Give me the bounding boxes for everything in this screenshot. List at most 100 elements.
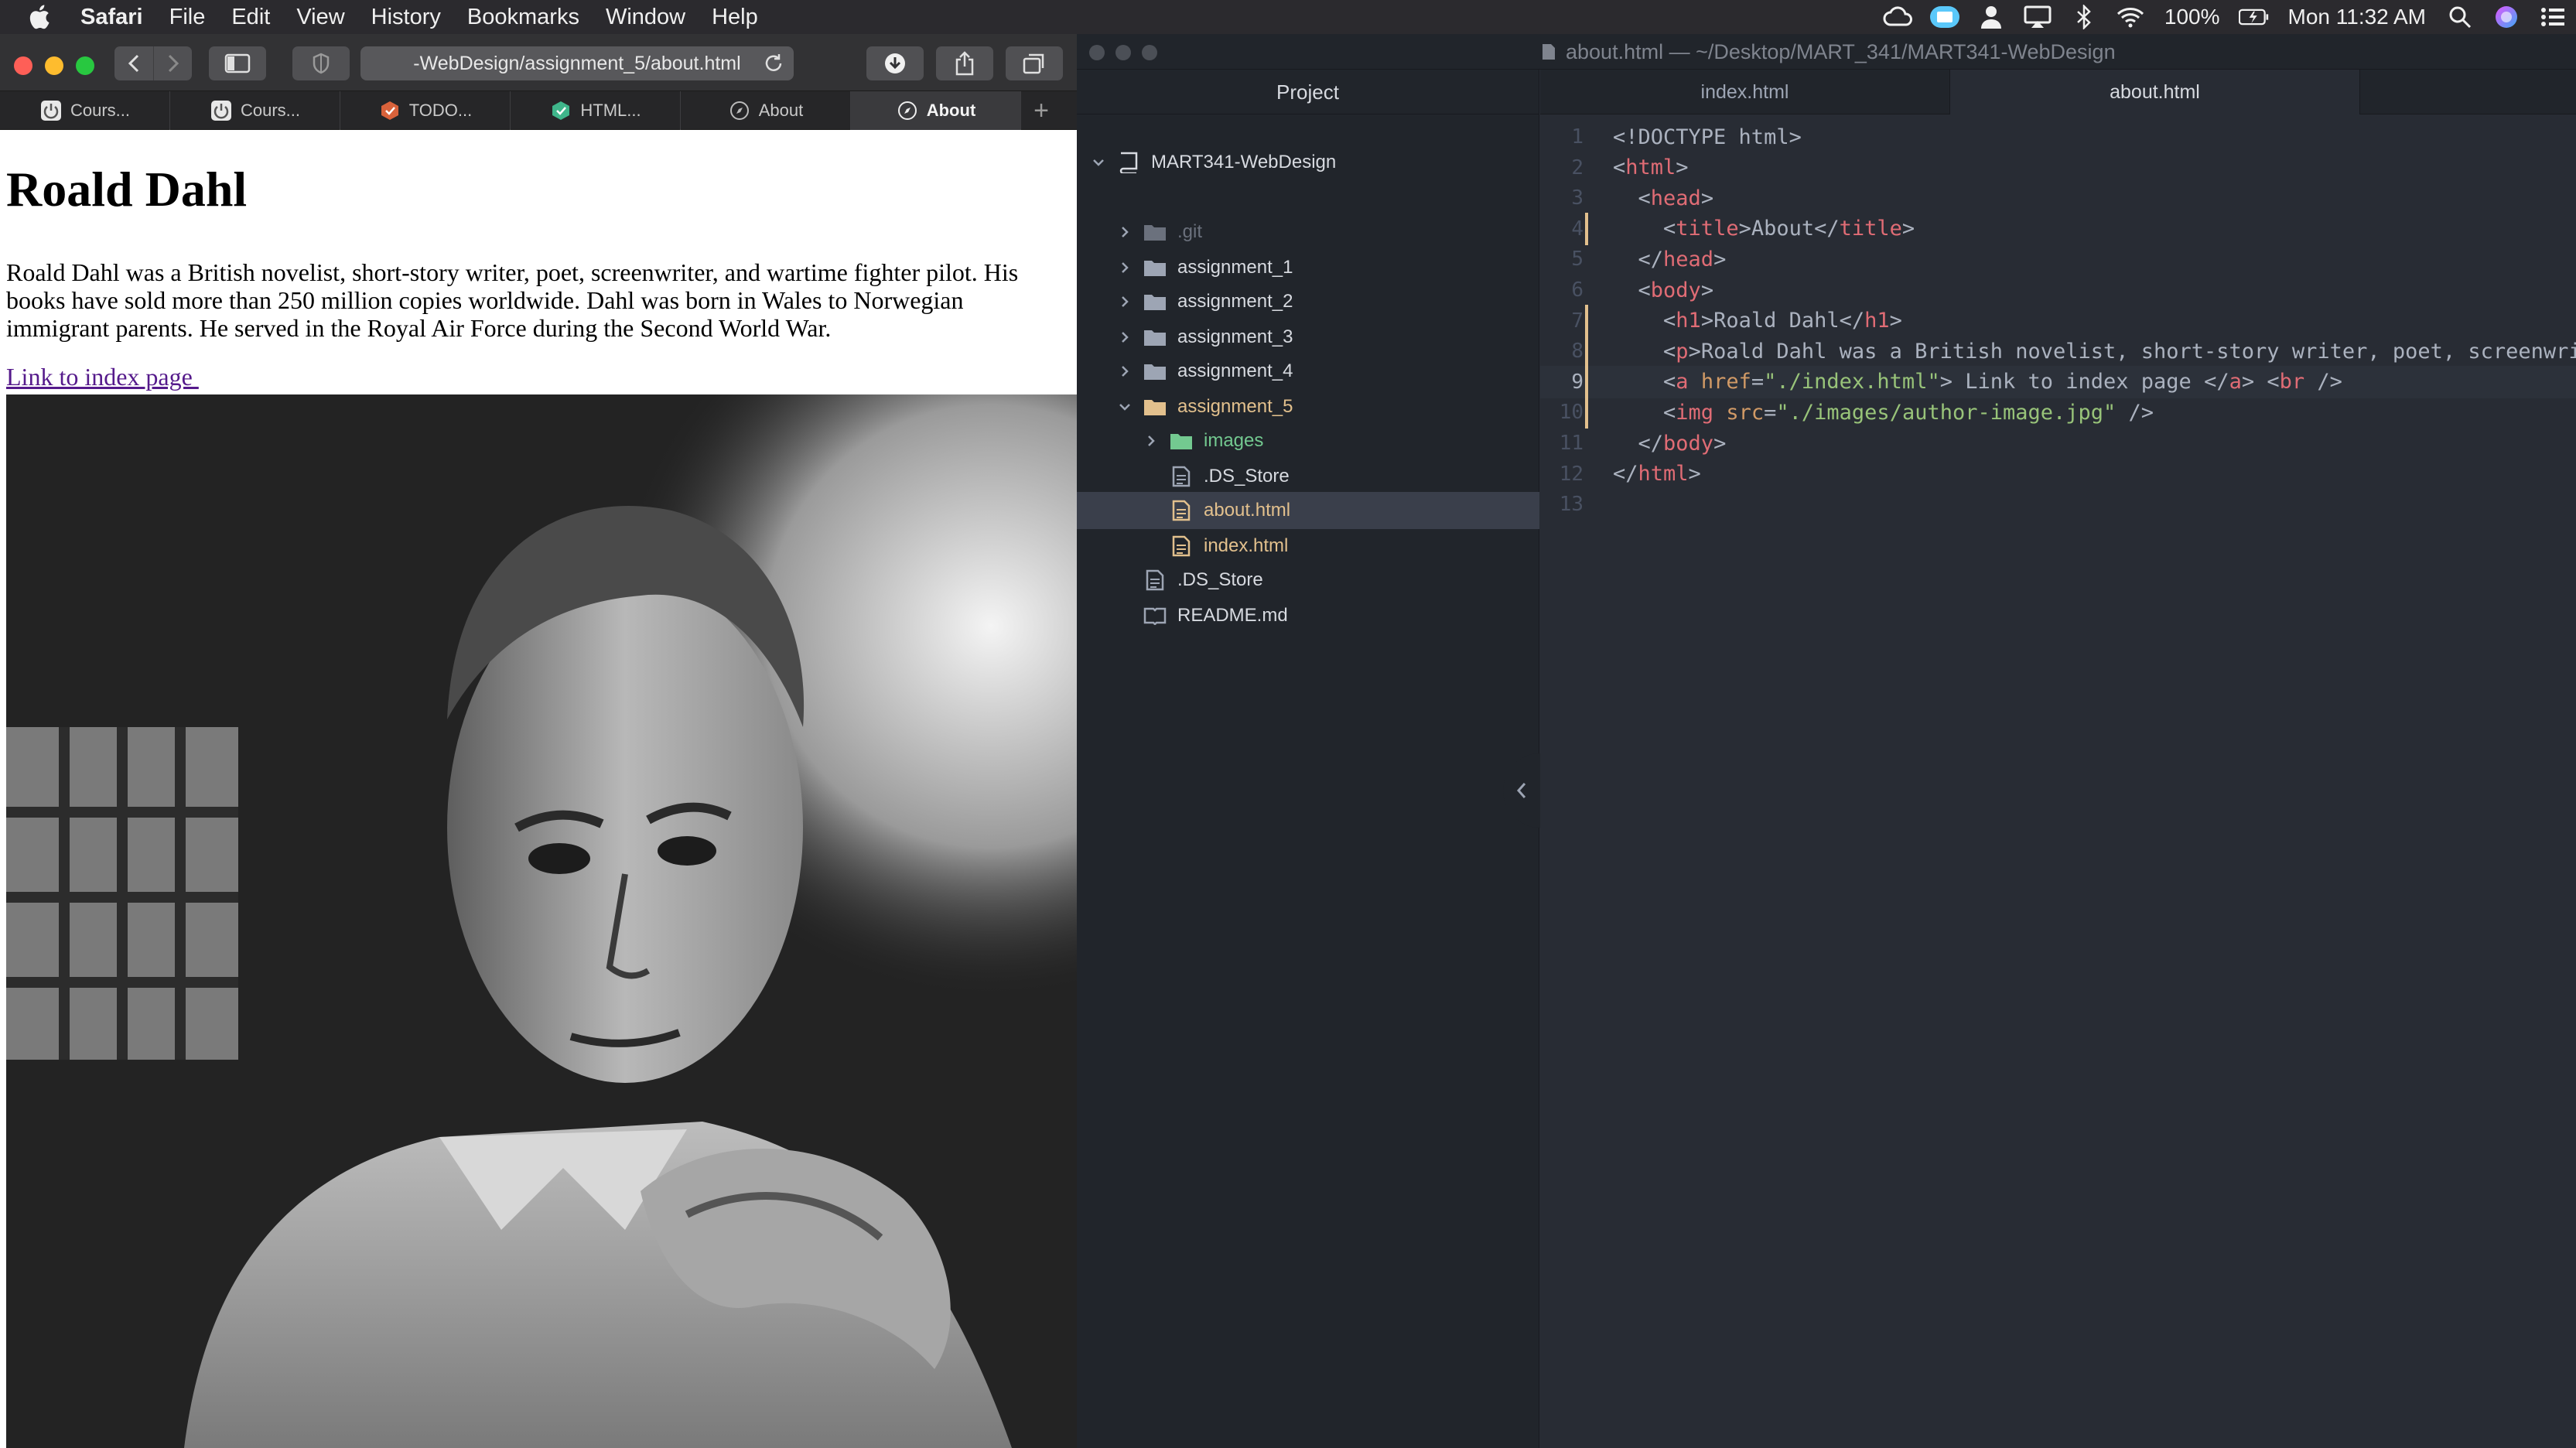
- address-bar[interactable]: -WebDesign/assignment_5/about.html: [360, 46, 794, 80]
- tree-item[interactable]: index.html: [1077, 528, 1539, 565]
- code-token: img: [1676, 400, 1714, 425]
- tree-view-header: Project: [1077, 70, 1539, 114]
- atom-zoom-button[interactable]: [1142, 45, 1157, 60]
- code-line[interactable]: 2 <html>: [1540, 152, 2576, 184]
- index-page-link[interactable]: Link to index page: [6, 363, 199, 391]
- chevron-right-icon[interactable]: [1142, 432, 1160, 450]
- wifi-icon[interactable]: [2115, 0, 2146, 34]
- chevron-right-icon[interactable]: [1115, 258, 1134, 277]
- code-source: <title>About</title>: [1613, 217, 1915, 241]
- code-source: <body>: [1613, 278, 1714, 302]
- editor-tab-about[interactable]: about.html: [1950, 70, 2360, 114]
- code-token: >: [1901, 217, 1915, 241]
- downloads-icon[interactable]: [866, 46, 924, 80]
- safari-tab-courses-2[interactable]: Cours...: [170, 91, 340, 130]
- code-token: =: [1764, 400, 1777, 425]
- code-line[interactable]: 3 <head>: [1540, 182, 2576, 214]
- tree-item[interactable]: assignment_1: [1077, 249, 1539, 286]
- git-modified-marker: [1585, 365, 1588, 398]
- menu-window[interactable]: Window: [593, 0, 699, 34]
- code-line[interactable]: 10 <img src="./images/author-image.jpg" …: [1540, 396, 2576, 429]
- chevron-down-icon[interactable]: [1115, 398, 1134, 416]
- safari-tab-html[interactable]: HTML...: [511, 91, 681, 130]
- tree-item[interactable]: .DS_Store: [1077, 562, 1539, 599]
- privacy-shield-icon[interactable]: [292, 46, 350, 80]
- person-icon[interactable]: [1976, 0, 2007, 34]
- atom-close-button[interactable]: [1089, 45, 1105, 60]
- line-number: 12: [1559, 462, 1584, 486]
- menu-bookmarks[interactable]: Bookmarks: [454, 0, 593, 34]
- tree-item-label: images: [1204, 430, 1264, 451]
- safari-tab-courses-1[interactable]: Cours...: [0, 91, 170, 130]
- share-icon[interactable]: [936, 46, 993, 80]
- code-line[interactable]: 8 <p>Roald Dahl was a British novelist, …: [1540, 335, 2576, 368]
- menu-clock[interactable]: Mon 11:32 AM: [2277, 5, 2437, 29]
- code-line[interactable]: 6 <body>: [1540, 274, 2576, 306]
- file-icon: [1170, 466, 1193, 487]
- notification-list-icon[interactable]: [2537, 0, 2568, 34]
- sidebar-toggle-icon[interactable]: [209, 46, 266, 80]
- atom-minimize-button[interactable]: [1115, 45, 1131, 60]
- creative-cloud-icon[interactable]: [1883, 0, 1914, 34]
- code-token: html: [1638, 462, 1689, 487]
- tree-item[interactable]: assignment_4: [1077, 353, 1539, 390]
- editor-tab-index[interactable]: index.html: [1540, 70, 1950, 114]
- code-line[interactable]: 7 <h1>Roald Dahl</h1>: [1540, 304, 2576, 337]
- code-line[interactable]: 12 </html>: [1540, 458, 2576, 490]
- back-arrow-icon[interactable]: [114, 46, 153, 80]
- tree-item[interactable]: .git: [1077, 213, 1539, 251]
- forward-arrow-icon[interactable]: [153, 46, 192, 80]
- tree-item[interactable]: assignment_5: [1077, 388, 1539, 425]
- reload-icon[interactable]: [761, 51, 786, 76]
- chevron-right-icon[interactable]: [1115, 223, 1134, 241]
- chevron-right-icon[interactable]: [1115, 328, 1134, 347]
- tree-item[interactable]: MART341-WebDesign: [1077, 144, 1539, 181]
- zoom-window-button[interactable]: [76, 56, 94, 75]
- safari-tab-about-active[interactable]: About: [851, 91, 1021, 130]
- siri-icon[interactable]: [2491, 0, 2522, 34]
- menu-view[interactable]: View: [283, 0, 357, 34]
- portrait-illustration: [6, 394, 1077, 1448]
- minimize-window-button[interactable]: [45, 56, 63, 75]
- tree-item[interactable]: .DS_Store: [1077, 458, 1539, 495]
- battery-icon[interactable]: [2238, 0, 2270, 34]
- code-line[interactable]: 9 <a href="./index.html"> Link to index …: [1540, 365, 2576, 398]
- finder-badge-icon[interactable]: [1929, 0, 1960, 34]
- atom-window-title: about.html — ~/Desktop/MART_341/MART341-…: [1541, 34, 2116, 70]
- menu-app-name[interactable]: Safari: [77, 0, 156, 34]
- close-window-button[interactable]: [14, 56, 32, 75]
- chevron-right-icon[interactable]: [1115, 292, 1134, 311]
- code-line[interactable]: 13: [1540, 488, 2576, 521]
- tree-item[interactable]: images: [1077, 422, 1539, 459]
- code-line[interactable]: 1 <!DOCTYPE html>: [1540, 121, 2576, 153]
- code-text-area[interactable]: 1 <!DOCTYPE html> 2 <html> 3 <head> 4 <title>…: [1540, 114, 2576, 1448]
- project-tree-view: Project MART341-WebDesign .git assignment_…: [1077, 70, 1539, 1448]
- tree-item[interactable]: README.md: [1077, 597, 1539, 634]
- tab-overview-icon[interactable]: [1006, 46, 1063, 80]
- menu-file[interactable]: File: [156, 0, 219, 34]
- tree-item[interactable]: about.html: [1077, 492, 1539, 529]
- chevron-right-icon[interactable]: [1115, 362, 1134, 381]
- code-token: href: [1700, 370, 1751, 394]
- menu-history[interactable]: History: [358, 0, 454, 34]
- menu-edit[interactable]: Edit: [218, 0, 283, 34]
- safari-tab-todo[interactable]: TODO...: [340, 91, 511, 130]
- apple-menu-icon[interactable]: [0, 0, 77, 34]
- bluetooth-icon[interactable]: [2069, 0, 2099, 34]
- code-token: >: [1713, 431, 1727, 456]
- gutter-spacer: [1585, 243, 1588, 275]
- chevron-down-icon[interactable]: [1089, 153, 1108, 172]
- spotlight-search-icon[interactable]: [2444, 0, 2475, 34]
- tree-item[interactable]: assignment_2: [1077, 283, 1539, 320]
- airplay-icon[interactable]: [2022, 0, 2053, 34]
- safari-tab-about-1[interactable]: About: [681, 91, 851, 130]
- code-line[interactable]: 4 <title>About</title>: [1540, 212, 2576, 245]
- new-tab-plus-icon[interactable]: +: [1021, 91, 1061, 130]
- code-token: >: [1713, 247, 1727, 272]
- menu-help[interactable]: Help: [699, 0, 771, 34]
- tree-item[interactable]: assignment_3: [1077, 319, 1539, 356]
- code-line[interactable]: 5 </head>: [1540, 243, 2576, 275]
- code-line[interactable]: 11 </body>: [1540, 427, 2576, 459]
